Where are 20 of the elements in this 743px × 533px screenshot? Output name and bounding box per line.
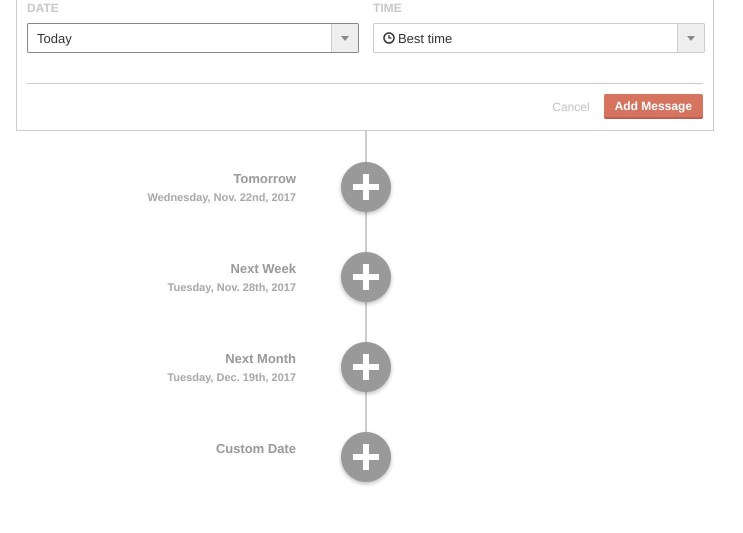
add-button[interactable] bbox=[341, 252, 391, 302]
caret-icon bbox=[341, 36, 349, 40]
timeline-date: Tuesday, Nov. 28th, 2017 bbox=[168, 282, 296, 294]
caret-icon bbox=[687, 36, 695, 40]
plus-icon bbox=[353, 354, 379, 380]
timeline-title: Tomorrow bbox=[233, 171, 296, 186]
plus-icon bbox=[353, 174, 379, 200]
timeline-title: Next Month bbox=[225, 351, 296, 366]
plus-icon bbox=[353, 444, 379, 470]
timeline-title: Next Week bbox=[230, 261, 296, 276]
add-button[interactable] bbox=[341, 432, 391, 482]
add-button[interactable] bbox=[341, 162, 391, 212]
timeline-date: Tuesday, Dec. 19th, 2017 bbox=[167, 372, 296, 384]
date-select[interactable]: Today bbox=[27, 23, 359, 53]
timeline-date: Wednesday, Nov. 22nd, 2017 bbox=[147, 192, 296, 204]
clock-icon bbox=[383, 32, 395, 44]
add-button[interactable] bbox=[341, 342, 391, 392]
plus-icon bbox=[353, 264, 379, 290]
timeline-title: Custom Date bbox=[216, 441, 296, 456]
time-select[interactable]: Best time bbox=[373, 23, 705, 53]
